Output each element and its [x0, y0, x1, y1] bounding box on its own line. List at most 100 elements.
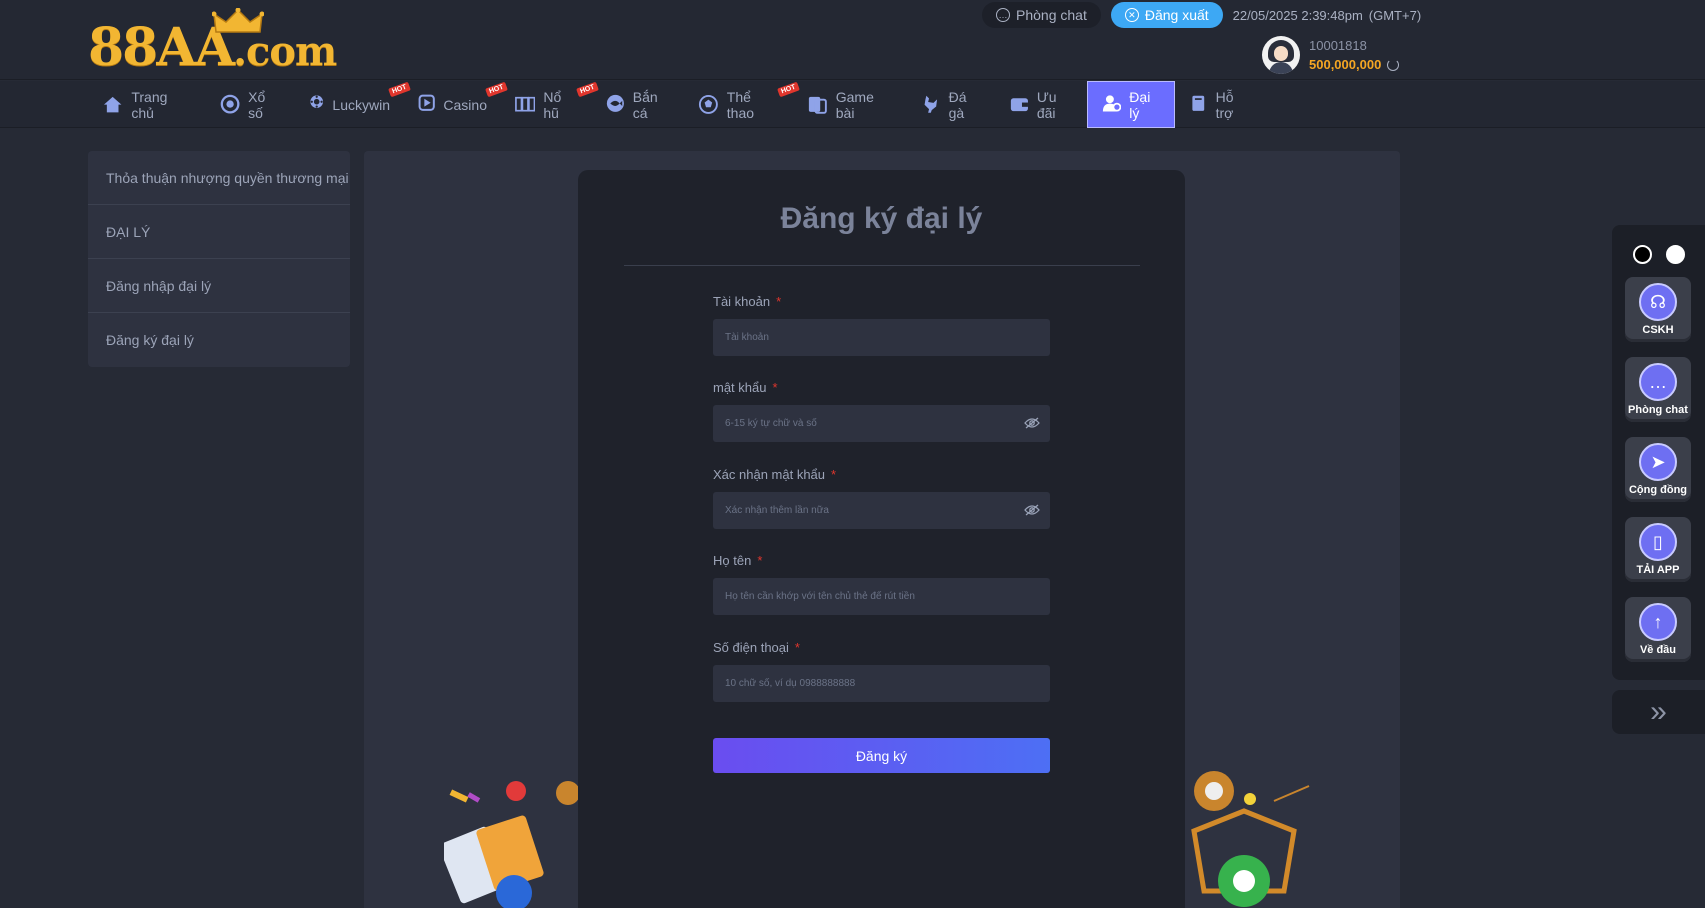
chat-icon: …: [996, 8, 1010, 22]
phone-field: Số điện thoại *: [713, 640, 1050, 702]
nav-item-label: Xổ số: [248, 88, 266, 121]
balance: 500,000,000: [1309, 57, 1400, 72]
slot-icon: [515, 94, 536, 116]
user-id: 10001818: [1309, 38, 1367, 53]
back-to-top-button[interactable]: ↑ Về đầu: [1625, 597, 1691, 662]
fullname-input[interactable]: [725, 591, 1038, 602]
eye-icon[interactable]: [1024, 417, 1040, 429]
agent-register-form: Đăng ký đại lý Tài khoản* mật khẩu* Xác …: [578, 170, 1185, 908]
sidebar-item-agent[interactable]: ĐẠI LÝ: [88, 205, 350, 259]
confirm-password-label: Xác nhận mật khẩu *: [713, 467, 837, 482]
download-app-label: TẢI APP: [1636, 564, 1680, 576]
nav-item-label: Hỗ trợ: [1215, 88, 1234, 121]
nav-item-4[interactable]: Nổ hũ HOT: [501, 81, 599, 128]
arrow-up-icon: ↑: [1639, 603, 1677, 641]
balance-value: 500,000,000: [1309, 57, 1382, 72]
top-actions: … Phòng chat ✕ Đăng xuất 22/05/2025 2:39…: [982, 2, 1421, 28]
community-label: Cộng đồng: [1628, 484, 1688, 496]
datetime-value: 22/05/2025 2:39:48pm: [1232, 7, 1363, 23]
header: 88AA.com … Phòng chat ✕ Đăng xuất 22/05/…: [0, 0, 1705, 80]
crown-icon: [212, 8, 264, 33]
chat-room-label: Phòng chat: [1016, 7, 1087, 23]
nav-item-0[interactable]: Trang chủ: [88, 81, 206, 128]
nav-item-8[interactable]: Đá gà: [907, 81, 996, 128]
lottery-decoration-right-image: [1191, 771, 1310, 907]
title-divider: [624, 265, 1140, 266]
community-button[interactable]: ➤ Cộng đồng: [1625, 437, 1691, 502]
light-theme-toggle[interactable]: [1665, 245, 1685, 264]
back-to-top-label: Về đầu: [1639, 644, 1677, 656]
nav-item-10[interactable]: Đại lý: [1087, 81, 1175, 128]
site-logo[interactable]: 88AA.com: [88, 8, 337, 74]
eye-icon[interactable]: [1024, 504, 1040, 516]
sidebar-item-agent-login[interactable]: Đăng nhập đại lý: [88, 259, 350, 313]
sidebar-item-agent-register[interactable]: Đăng ký đại lý: [88, 313, 350, 367]
cards-icon: [807, 94, 828, 116]
floating-toolbar: ☊ CSKH … Phòng chat ➤ Cộng đồng ▯ TẢI AP…: [1612, 225, 1705, 680]
cskh-button[interactable]: ☊ CSKH: [1625, 277, 1691, 342]
nav-item-2[interactable]: Luckywin HOT: [295, 81, 411, 128]
password-field: mật khẩu *: [713, 380, 1050, 442]
chat-room-button[interactable]: … Phòng chat: [982, 2, 1101, 28]
sidebar-item-franchise-agreement[interactable]: Thỏa thuận nhượng quyền thương mại: [88, 151, 350, 205]
headset-icon: ☊: [1639, 283, 1677, 321]
dark-theme-toggle[interactable]: [1632, 245, 1652, 264]
nav-item-label: Đá gà: [948, 88, 967, 121]
play-icon: [418, 94, 435, 116]
nav-item-label: Game bài: [835, 88, 874, 121]
confirm-password-field: Xác nhận mật khẩu *: [713, 467, 1050, 529]
register-button[interactable]: Đăng ký: [713, 738, 1050, 773]
send-icon: ➤: [1639, 443, 1677, 481]
nav-item-label: Trang chủ: [131, 88, 168, 121]
wallet-icon: [1010, 94, 1029, 116]
lottery-coin-icon: [220, 94, 240, 116]
nav-item-label: Đại lý: [1129, 88, 1151, 121]
phone-input[interactable]: [725, 678, 1038, 689]
cskh-label: CSKH: [1642, 324, 1674, 336]
avatar[interactable]: [1262, 36, 1300, 74]
account-field: Tài khoản *: [713, 294, 1050, 356]
nav-item-5[interactable]: Bắn cá: [592, 81, 684, 128]
chat-bubble-icon: …: [1639, 363, 1677, 401]
refresh-icon[interactable]: [1387, 58, 1400, 71]
collapse-toolbar-button[interactable]: »: [1612, 690, 1705, 734]
fullname-field: Họ tên *: [713, 553, 1050, 615]
nav-item-label: Bắn cá: [632, 88, 658, 121]
nav-item-3[interactable]: Casino HOT: [404, 81, 508, 128]
agent-icon: [1102, 94, 1122, 116]
datetime: 22/05/2025 2:39:48pm (GMT+7): [1233, 8, 1421, 23]
phone-icon: ▯: [1639, 523, 1677, 561]
chat-room-float-button[interactable]: … Phòng chat: [1625, 357, 1691, 422]
book-icon: [1189, 94, 1208, 116]
nav-item-9[interactable]: Ưu đãi: [996, 81, 1087, 128]
timezone: (GMT+7): [1368, 7, 1422, 23]
nav-item-label: Ưu đãi: [1036, 88, 1057, 121]
luckywin-icon: [309, 94, 324, 116]
main-nav: Trang chủ Xổ số Luckywin HOT Casino HOT Nổ hũ H…: [0, 81, 1705, 128]
main-panel: Đăng ký đại lý Tài khoản* mật khẩu* Xác …: [364, 151, 1400, 908]
nav-item-11[interactable]: Hỗ trợ: [1175, 81, 1263, 128]
nav-item-7[interactable]: Game bài: [793, 81, 907, 128]
account-label: Tài khoản *: [713, 294, 782, 309]
nav-item-label: Luckywin: [332, 96, 390, 113]
nav-item-label: Casino: [443, 96, 487, 113]
rooster-icon: [921, 94, 941, 116]
account-input[interactable]: [725, 332, 1038, 343]
sidebar: Thỏa thuận nhượng quyền thương mại ĐẠI L…: [88, 151, 350, 367]
phone-label: Số điện thoại *: [713, 640, 800, 655]
confirm-password-input[interactable]: [725, 505, 1038, 516]
lottery-decoration-left-image: [444, 781, 580, 908]
user-info: 10001818 500,000,000: [1309, 38, 1400, 72]
nav-item-1[interactable]: Xổ số: [206, 81, 295, 128]
password-label: mật khẩu *: [713, 380, 778, 395]
home-icon: [102, 94, 123, 116]
fish-icon: [606, 94, 625, 116]
nav-item-6[interactable]: Thể thao HOT: [684, 81, 800, 128]
close-circle-icon: ✕: [1124, 8, 1139, 22]
logout-button[interactable]: ✕ Đăng xuất: [1110, 2, 1223, 28]
logout-label: Đăng xuất: [1144, 7, 1209, 23]
password-input[interactable]: [725, 418, 1038, 429]
nav-item-label: Nổ hũ: [543, 88, 562, 121]
download-app-button[interactable]: ▯ TẢI APP: [1625, 517, 1691, 582]
chat-room-float-label: Phòng chat: [1628, 404, 1688, 416]
